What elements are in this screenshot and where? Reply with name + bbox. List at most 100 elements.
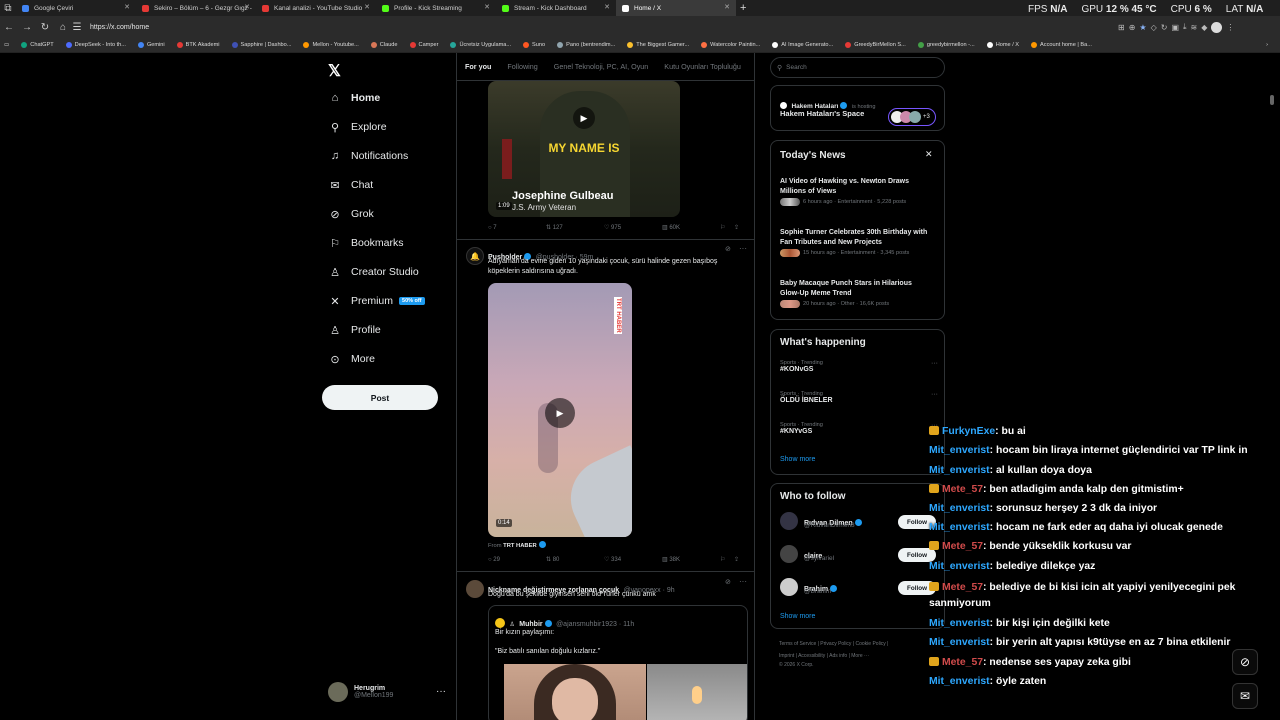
avatar[interactable] (466, 580, 484, 598)
more-icon[interactable]: ··· (931, 360, 938, 367)
home-icon[interactable]: ⌂ (54, 16, 72, 38)
bookmark-item[interactable]: Claude (370, 42, 398, 48)
close-icon[interactable]: ✕ (604, 3, 610, 11)
trend-item[interactable]: Sports · Trending #KONvGS ··· (780, 360, 938, 373)
grok-icon[interactable]: ⊘ (725, 578, 731, 586)
play-icon[interactable]: ▶ (545, 398, 575, 428)
footer-links[interactable]: Terms of Service | Privacy Policy | Cook… (779, 641, 888, 647)
chat-username[interactable]: Mete_57 (942, 657, 983, 668)
views-count[interactable]: ▥ 60K (662, 224, 720, 231)
bookmark-item[interactable]: The Biggest Gamer... (627, 42, 689, 48)
close-icon[interactable]: ✕ (925, 149, 933, 160)
news-item[interactable]: Baby Macaque Punch Stars in Hilarious Gl… (780, 279, 930, 308)
like-button[interactable]: ♡ 975 (604, 224, 662, 231)
extensions-icon[interactable]: ▣ (1171, 23, 1179, 32)
quote-image-right[interactable] (647, 664, 747, 720)
reload-icon[interactable]: ↻ (36, 16, 54, 38)
bookmark-item[interactable]: Mellon - Youtube... (303, 42, 359, 48)
chat-username[interactable]: Mit_enverist (929, 637, 990, 648)
chat-username[interactable]: FurkynExe (942, 426, 995, 437)
x-logo-icon[interactable]: 𝕏 (328, 61, 341, 81)
tab-kick-dashboard[interactable]: Stream - Kick Dashboard ✕ (496, 0, 616, 16)
grok-icon[interactable]: ⊘ (725, 245, 731, 253)
nav-grok[interactable]: ⊘ Grok (328, 207, 373, 221)
star-icon[interactable]: ★ (1139, 23, 1146, 32)
trend-item[interactable]: Sports · Trending #KNYvGS ··· (780, 422, 938, 435)
shield-icon[interactable]: ◆ (1201, 23, 1207, 32)
tab-google-translate[interactable]: Google Çeviri ✕ (16, 0, 136, 16)
bookmark-item[interactable]: Suno (523, 42, 545, 48)
nav-chat[interactable]: ✉ Chat (328, 178, 373, 192)
video-thumbnail[interactable]: MY NAME IS Josephine Gulbeau J.S. Army V… (488, 81, 680, 217)
bookmark-item[interactable]: GreedyBirMellon S... (845, 42, 906, 48)
bookmark-item[interactable]: Ücretsiz Uygulama... (450, 42, 511, 48)
play-icon[interactable]: ▶ (573, 107, 595, 129)
chat-username[interactable]: Mete_57 (942, 484, 983, 495)
nav-bookmarks[interactable]: ⚐ Bookmarks (328, 236, 403, 250)
bookmark-icon[interactable]: ⚐ (720, 224, 734, 231)
nav-notifications[interactable]: ♫ Notifications (328, 149, 408, 163)
close-icon[interactable]: ✕ (484, 3, 490, 11)
bookmark-item[interactable]: Sapphire | Dashbo... (231, 42, 291, 48)
chat-username[interactable]: Mit_enverist (929, 676, 990, 687)
more-icon[interactable]: ··· (436, 686, 446, 697)
extension-icon[interactable]: ◇ (1151, 23, 1157, 32)
news-item[interactable]: Sophie Turner Celebrates 30th Birthday w… (780, 228, 930, 257)
repost-button[interactable]: ⇅ 80 (546, 556, 604, 563)
reply-button[interactable]: ○ 7 (488, 225, 546, 231)
nav-home[interactable]: ⌂ Home (328, 91, 381, 105)
chat-username[interactable]: Mit_enverist (929, 618, 990, 629)
post-button[interactable]: Post (322, 385, 438, 410)
bookmark-item[interactable]: Watercolor Paintin... (701, 42, 760, 48)
close-icon[interactable]: ✕ (364, 3, 370, 11)
nav-more[interactable]: ⊙ More (328, 352, 375, 366)
bookmark-item[interactable]: ChatGPT (21, 42, 54, 48)
chat-username[interactable]: Mete_57 (942, 582, 983, 593)
menu-icon[interactable]: ⋮ (1226, 23, 1234, 32)
scrollbar[interactable] (1270, 95, 1274, 105)
bookmark-item[interactable]: BTK Akademi (176, 42, 220, 48)
reply-button[interactable]: ○ 29 (488, 557, 546, 563)
trend-item[interactable]: Sports · Trending ÖLDÜ İBNELER ··· (780, 391, 938, 404)
repost-button[interactable]: ⇅ 127 (546, 224, 604, 231)
more-icon[interactable]: ··· (739, 244, 747, 253)
video-thumbnail[interactable]: TRT HABER 0:14 ▶ (488, 283, 632, 537)
bookmark-item[interactable]: Account home | Ba... (1031, 42, 1092, 48)
bookmark-item[interactable]: Camper (409, 42, 438, 48)
more-bookmarks-icon[interactable]: › (1266, 42, 1268, 48)
tab-youtube-sekiro[interactable]: Sekiro – Bölüm – 6 - Gezgr Gıgz - ✕ (136, 0, 256, 16)
bookmark-item[interactable]: DeepSeek - Into th... (65, 42, 126, 48)
search-box[interactable]: ⚲ Search (770, 57, 945, 78)
show-more-link[interactable]: Show more (780, 613, 815, 620)
like-button[interactable]: ♡ 334 (604, 556, 662, 563)
quote-image-left[interactable] (504, 664, 646, 720)
chat-username[interactable]: Mit_enverist (929, 465, 990, 476)
quote-tweet[interactable]: ♙ Muhbir @ajansmuhbir1923 · 11h Bir kızı… (488, 605, 748, 720)
show-more-link[interactable]: Show more (780, 456, 815, 463)
more-icon[interactable]: ··· (739, 577, 747, 586)
close-icon[interactable]: ✕ (124, 3, 130, 11)
bookmark-item[interactable]: greedybirmellon -... (917, 42, 975, 48)
chat-username[interactable]: Mit_enverist (929, 503, 990, 514)
tab-x-home[interactable]: Home / X ✕ (616, 0, 736, 16)
footer-links[interactable]: Imprint | Accessibility | Ads info | Mor… (779, 653, 869, 659)
close-icon[interactable]: ✕ (244, 3, 250, 11)
avatar[interactable]: 🔔 (466, 247, 484, 265)
bookmark-icon[interactable]: ⚐ (720, 556, 734, 563)
search-input[interactable]: Search (786, 64, 807, 71)
zoom-icon[interactable]: ⊕ (1129, 23, 1136, 32)
close-icon[interactable]: ✕ (724, 3, 730, 11)
bookmark-item[interactable]: Gemini (137, 42, 165, 48)
chat-username[interactable]: Mete_57 (942, 541, 983, 552)
mail-icon[interactable]: ✉ (1232, 683, 1258, 709)
new-tab-button[interactable]: + (740, 2, 746, 14)
source-link[interactable]: TRT HABER (503, 543, 537, 549)
avatar[interactable] (1211, 21, 1223, 33)
url-field[interactable]: https://x.com/home (90, 24, 149, 31)
bookmark-item[interactable]: AI Image Generato... (772, 42, 833, 48)
chat-username[interactable]: Mit_enverist (929, 561, 990, 572)
share-icon[interactable]: ⇪ (734, 556, 739, 563)
bookmark-item[interactable]: Home / X (986, 42, 1019, 48)
space-listeners[interactable]: +3 (888, 108, 936, 126)
share-icon[interactable]: ⇪ (734, 224, 739, 231)
